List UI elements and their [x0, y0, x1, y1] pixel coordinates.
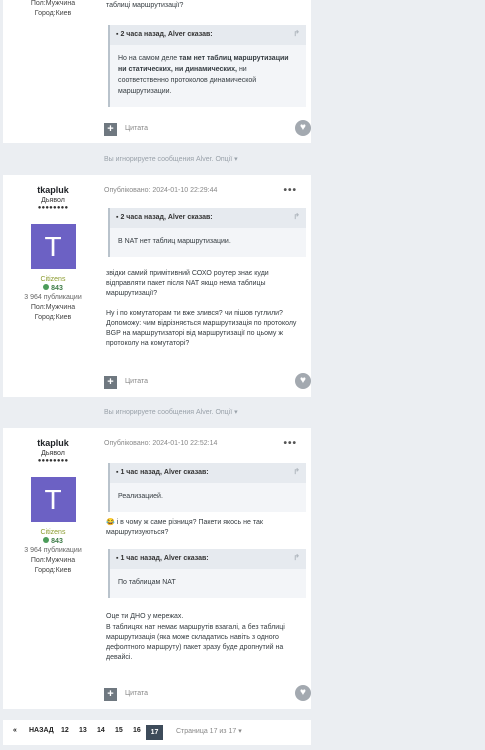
author-gender: Пол:Мужчина [30, 557, 76, 564]
page-jump-dropdown[interactable]: Страница 17 из 17 ▾ [176, 727, 242, 735]
author-name[interactable]: tkapluk [3, 185, 103, 195]
author-city: Город:Киев [34, 314, 72, 321]
post-date[interactable]: Опубліковано: 2024-01-10 22:29:44 [104, 187, 217, 194]
reputation-icon [43, 284, 50, 291]
quote-button[interactable]: Цитата [125, 690, 148, 697]
caret-down-icon: ▾ [238, 728, 242, 735]
post-date[interactable]: Опубліковано: 2024-01-10 22:52:14 [104, 440, 217, 447]
react-heart-icon[interactable]: ♥ [295, 373, 311, 389]
author-city: Город:Киев [34, 567, 72, 574]
author-post-count: 3 964 публикации [24, 547, 82, 554]
author-gender: Пол:Мужчина [30, 304, 76, 311]
post-text: таблиці маршрутизації? [106, 2, 184, 9]
author-name[interactable]: tkapluk [3, 438, 103, 448]
caret-down-icon: ▾ [234, 156, 238, 163]
quote-button[interactable]: Цитата [125, 125, 148, 132]
post-content: ▪ 1 час назад, Alver сказав: ↱ Реализаци… [104, 463, 306, 663]
quote-body: В NAT нет таблиц маршрутизации. [118, 238, 231, 245]
quote-button[interactable]: Цитата [125, 378, 148, 385]
post-paragraph: звідки самий примітивний СОХО роутер зна… [106, 270, 269, 297]
quote-link-icon[interactable]: ↱ [293, 29, 300, 39]
author-panel: tkapluk Дьявол ●●●●●●●● T Citizens 843 3… [3, 175, 103, 323]
author-gender: Пол:Мужчина [30, 0, 76, 7]
quote-block: ▪ 1 час назад, Alver сказав: ↱ Реализаци… [108, 463, 306, 512]
author-panel: tkapluk Дьявол ●●●●●●●● T Citizens 843 3… [3, 428, 103, 576]
quote-link-icon[interactable]: ↱ [293, 212, 300, 222]
post-menu-icon[interactable]: ••• [283, 185, 297, 196]
avatar[interactable]: T [30, 224, 76, 269]
reputation-badge: 843 [3, 284, 103, 292]
post-paragraph: Оце ти ДНО у мережах. [106, 613, 184, 620]
multiquote-plus-icon[interactable]: + [104, 688, 117, 701]
quote-link-icon[interactable]: ↱ [293, 553, 300, 563]
post-actions: + Цитата ♥ [104, 120, 311, 137]
post-menu-icon[interactable]: ••• [283, 438, 297, 449]
rank-pips: ●●●●●●●● [37, 205, 69, 211]
page-link[interactable]: 15 [115, 727, 123, 734]
quote-body: Реализацией. [118, 493, 163, 500]
author-group: Citizens [40, 529, 66, 536]
post-paragraph: В таблицях нат немає маршрутів взагалі, … [106, 624, 285, 661]
quote-block: ▪ 1 час назад, Alver сказав: ↱ По таблиц… [108, 549, 306, 598]
post-content: ▪ 2 часа назад, Alver сказав: ↱ В NAT не… [104, 208, 306, 349]
avatar[interactable]: T [30, 477, 76, 522]
react-heart-icon[interactable]: ♥ [295, 120, 311, 136]
prev-page-button[interactable]: НАЗАД [29, 727, 54, 734]
reputation-icon [43, 537, 50, 544]
quote-header: ▪ 2 часа назад, Alver сказав: ↱ [110, 208, 306, 228]
caret-down-icon: ▾ [234, 409, 238, 416]
page-link[interactable]: 14 [97, 727, 105, 734]
quote-body: Но на самом деле там нет таблиц маршрути… [118, 55, 289, 95]
author-rank: Дьявол [41, 450, 65, 457]
quote-link-icon[interactable]: ↱ [293, 467, 300, 477]
author-panel: Пол:Мужчина Город:Киев [3, 0, 103, 19]
post-content: таблиці маршрутизації? ▪ 2 часа назад, A… [104, 1, 306, 107]
post-paragraph: Ну і по комутаторам ти вже злився? чи пі… [106, 310, 297, 347]
author-group: Citizens [40, 276, 66, 283]
ignored-user-notice[interactable]: Вы игнорируете сообщения Alver. Опції ▾ [104, 155, 238, 163]
quote-block: ▪ 2 часа назад, Alver сказав: ↱ Но на са… [108, 25, 306, 107]
quote-header: ▪ 2 часа назад, Alver сказав: ↱ [110, 25, 306, 45]
reputation-badge: 843 [3, 537, 103, 545]
rank-pips: ●●●●●●●● [37, 458, 69, 464]
post-card: tkapluk Дьявол ●●●●●●●● T Citizens 843 3… [3, 175, 311, 397]
quote-block: ▪ 2 часа назад, Alver сказав: ↱ В NAT не… [108, 208, 306, 257]
post-actions: + Цитата ♥ [104, 373, 311, 390]
react-heart-icon[interactable]: ♥ [295, 685, 311, 701]
author-rank: Дьявол [41, 197, 65, 204]
page-link[interactable]: 13 [79, 727, 87, 734]
current-page[interactable]: 17 [146, 725, 163, 740]
post-card: Пол:Мужчина Город:Киев таблиці маршрутиз… [3, 0, 311, 143]
multiquote-plus-icon[interactable]: + [104, 376, 117, 389]
page-link[interactable]: 12 [61, 727, 69, 734]
first-page-link[interactable]: « [13, 727, 17, 734]
author-post-count: 3 964 публикации [24, 294, 82, 301]
ignored-user-notice[interactable]: Вы игнорируете сообщения Alver. Опції ▾ [104, 408, 238, 416]
post-paragraph: 😂 і в чому ж саме різниця? Пакети якось … [106, 519, 263, 536]
quote-header: ▪ 1 час назад, Alver сказав: ↱ [110, 549, 306, 569]
pagination: « НАЗАД 12 13 14 15 16 17 Страница 17 из… [3, 720, 311, 745]
post-card: tkapluk Дьявол ●●●●●●●● T Citizens 843 3… [3, 428, 311, 709]
quote-body: По таблицам NAT [118, 579, 176, 586]
author-city: Город:Киев [34, 10, 72, 17]
quote-header: ▪ 1 час назад, Alver сказав: ↱ [110, 463, 306, 483]
multiquote-plus-icon[interactable]: + [104, 123, 117, 136]
page-link[interactable]: 16 [133, 727, 141, 734]
post-actions: + Цитата ♥ [104, 685, 311, 702]
